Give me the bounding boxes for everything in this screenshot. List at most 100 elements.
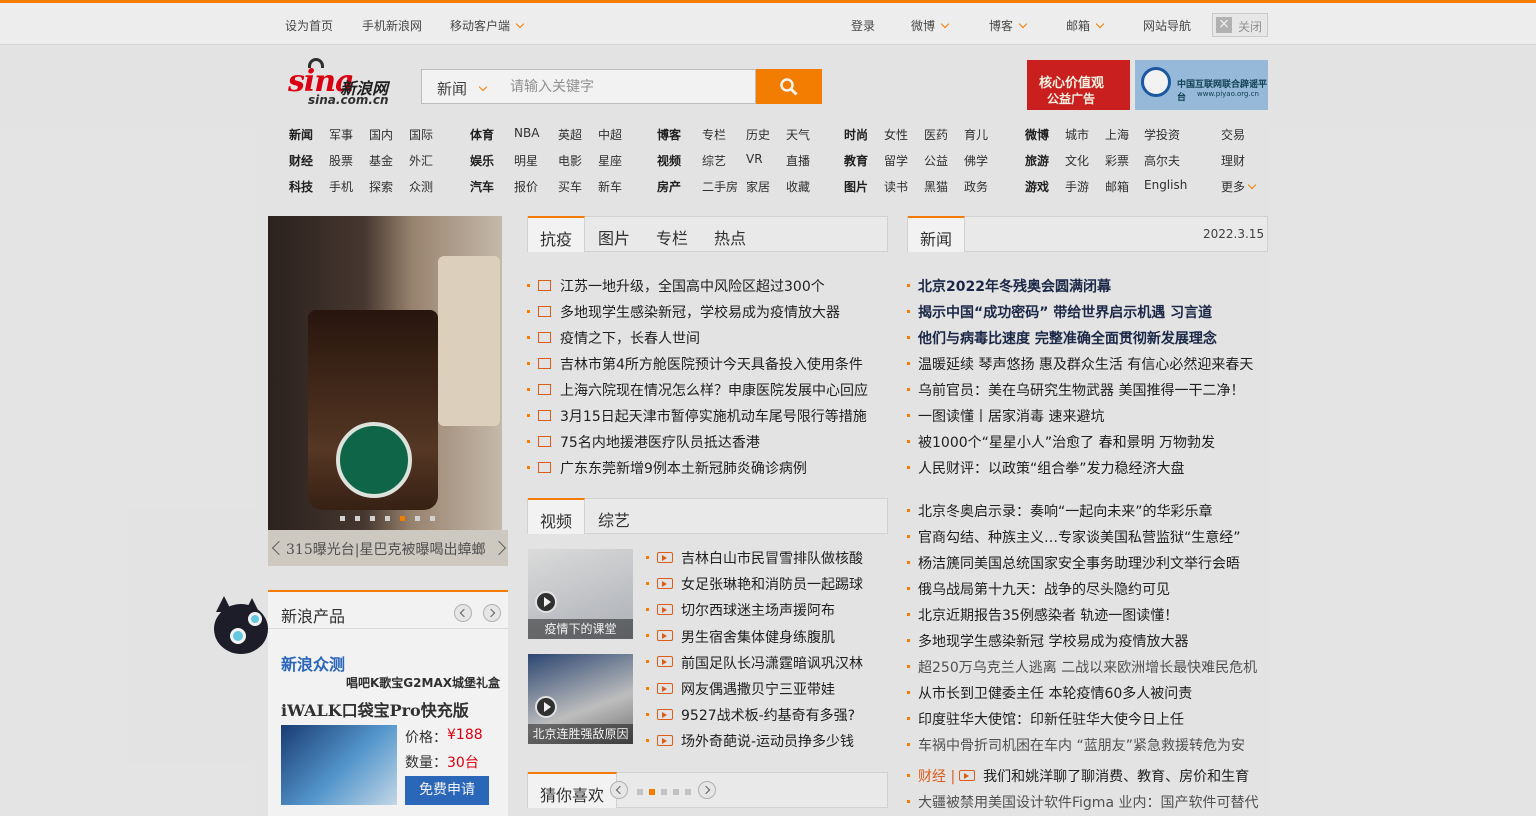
news-item[interactable]: 吉林白山市民冒雪排队做核酸	[646, 548, 863, 568]
page-dot[interactable]	[637, 789, 643, 795]
news-item[interactable]: 前国足队长冯潇霆暗讽巩汉林	[646, 653, 863, 673]
products-next-icon[interactable]	[483, 604, 501, 622]
nav-channel-link[interactable]: 基金	[369, 152, 393, 169]
products-prev-icon[interactable]	[454, 604, 472, 622]
weibo-menu[interactable]: 微博	[911, 17, 950, 34]
nav-channel-link[interactable]: 黑猫	[924, 178, 948, 195]
news-item[interactable]: 北京2022年冬残奥会圆满闭幕	[907, 276, 1111, 296]
nav-channel-link[interactable]: 佛学	[964, 152, 988, 169]
news-item[interactable]: 9527战术板-约基奇有多强?	[646, 705, 855, 725]
nav-channel-link[interactable]: 收藏	[786, 178, 810, 195]
slide-dot[interactable]	[340, 516, 345, 521]
nav-channel-link[interactable]: 星座	[598, 152, 622, 169]
nav-channel-main[interactable]: 财经	[289, 152, 313, 169]
nav-channel-link[interactable]: 专栏	[702, 126, 726, 143]
slide-dot[interactable]	[370, 516, 375, 521]
nav-channel-link[interactable]: 众测	[409, 178, 433, 195]
nav-channel-link[interactable]: 历史	[746, 126, 770, 143]
next-arrow-icon[interactable]	[491, 540, 507, 556]
nav-channel-main[interactable]: 微博	[1025, 126, 1049, 143]
nav-channel-main[interactable]: 时尚	[844, 126, 868, 143]
nav-channel-link[interactable]: 二手房	[702, 178, 738, 195]
news-item[interactable]: 75名内地援港医疗队员抵达香港	[527, 432, 760, 452]
news-item[interactable]: 大疆被禁用美国设计软件Figma 业内：国产软件可替代	[907, 792, 1258, 812]
nav-channel-link[interactable]: 电影	[558, 152, 582, 169]
prev-arrow-icon[interactable]	[271, 540, 287, 556]
promo-link[interactable]: 唱吧K歌宝G2MAX城堡礼盒	[346, 674, 500, 691]
zhongce-link[interactable]: 新浪众测	[281, 651, 345, 675]
nav-channel-link[interactable]: 英超	[558, 126, 582, 143]
nav-channel-link[interactable]: 读书	[884, 178, 908, 195]
news-item[interactable]: 官商勾结、种族主义…专家谈美国私营监狱“生意经”	[907, 527, 1241, 547]
nav-channel-link[interactable]: VR	[746, 152, 763, 166]
slide-dot[interactable]	[400, 516, 405, 521]
nav-channel-main[interactable]: 科技	[289, 178, 313, 195]
nav-channel-link[interactable]: 中超	[598, 126, 622, 143]
news-item[interactable]: 杨洁篪同美国总统国家安全事务助理沙利文举行会晤	[907, 553, 1240, 573]
search-button[interactable]	[756, 69, 822, 104]
nav-channel-main[interactable]: 汽车	[470, 178, 494, 195]
sina-logo[interactable]: sina 新浪网 sina.com.cn	[288, 58, 400, 108]
nav-channel-link[interactable]: 买车	[558, 178, 582, 195]
nav-channel-link[interactable]: 外汇	[409, 152, 433, 169]
news-item[interactable]: 女足张琳艳和消防员一起踢球	[646, 574, 863, 594]
nav-channel-link[interactable]: 上海	[1105, 126, 1129, 143]
site-nav-link[interactable]: 网站导航	[1143, 17, 1191, 34]
guess-next-icon[interactable]	[698, 781, 716, 799]
video-thumb[interactable]: 疫情下的课堂	[528, 549, 633, 639]
nav-channel-link[interactable]: 城市	[1065, 126, 1089, 143]
slide-caption[interactable]: 315曝光台|星巴克被曝喝出蟑螂	[286, 539, 485, 559]
piyao-banner[interactable]: 中国互联网联合辟谣平台 www.piyao.org.cn	[1135, 60, 1268, 110]
search-input[interactable]	[496, 69, 756, 104]
nav-channel-link[interactable]: 股票	[329, 152, 353, 169]
news-item[interactable]: 江苏一地升级，全国高中风险区超过300个	[527, 276, 825, 296]
news-item[interactable]: 财经 | 我们和姚洋聊了聊消费、教育、房价和生育	[907, 766, 1249, 786]
news-item[interactable]: 被1000个“星星小人”治愈了 春和景明 万物勃发	[907, 432, 1215, 452]
news-item[interactable]: 超250万乌克兰人逃离 二战以来欧洲增长最快难民危机	[907, 657, 1257, 677]
nav-channel-link[interactable]: 留学	[884, 152, 908, 169]
news-item[interactable]: 场外奇葩说-运动员挣多少钱	[646, 731, 854, 751]
news-item[interactable]: 北京近期报告35例感染者 轨迹一图读懂！	[907, 605, 1178, 625]
news-item[interactable]: 切尔西球迷主场声援阿布	[646, 600, 835, 620]
nav-channel-link[interactable]: 政务	[964, 178, 988, 195]
nav-channel-main[interactable]: 图片	[844, 178, 868, 195]
nav-more-menu[interactable]: 更多	[1221, 178, 1257, 195]
nav-channel-link[interactable]: 女性	[884, 126, 908, 143]
nav-channel-link[interactable]: 新车	[598, 178, 622, 195]
tab-video[interactable]: 视频	[528, 498, 586, 534]
tab-variety[interactable]: 综艺	[598, 507, 630, 531]
news-item[interactable]: 印度驻华大使馆：印新任驻华大使今日上任	[907, 709, 1184, 729]
nav-channel-main[interactable]: 房产	[657, 178, 681, 195]
nav-channel-link[interactable]: 交易	[1221, 126, 1245, 143]
news-item[interactable]: 北京冬奥启示录：奏响“一起向未来”的华彩乐章	[907, 501, 1213, 521]
nav-channel-link[interactable]: 医药	[924, 126, 948, 143]
set-home-link[interactable]: 设为首页	[285, 17, 333, 34]
nav-channel-link[interactable]: English	[1144, 178, 1187, 192]
nav-channel-link[interactable]: 彩票	[1105, 152, 1129, 169]
news-item[interactable]: 多地现学生感染新冠，学校易成为疫情放大器	[527, 302, 840, 322]
slide-dot[interactable]	[355, 516, 360, 521]
nav-channel-link[interactable]: 育儿	[964, 126, 988, 143]
cat-mascot[interactable]	[208, 596, 270, 658]
news-item[interactable]: 广东东莞新增9例本土新冠肺炎确诊病例	[527, 458, 807, 478]
nav-channel-link[interactable]: 高尔夫	[1144, 152, 1180, 169]
tab-columns[interactable]: 专栏	[656, 225, 688, 249]
nav-channel-main[interactable]: 娱乐	[470, 152, 494, 169]
nav-channel-link[interactable]: 手机	[329, 178, 353, 195]
news-item[interactable]: 人民财评：以政策“组合拳”发力稳经济大盘	[907, 458, 1185, 478]
finance-tag[interactable]: 财经 |	[918, 769, 955, 785]
nav-channel-link[interactable]: 家居	[746, 178, 770, 195]
nav-channel-link[interactable]: 综艺	[702, 152, 726, 169]
search-category-select[interactable]: 新闻	[421, 69, 497, 104]
video-thumb[interactable]: 北京连胜强敌原因	[528, 654, 633, 744]
nav-channel-link[interactable]: NBA	[514, 126, 539, 140]
nav-channel-link[interactable]: 直播	[786, 152, 810, 169]
login-link[interactable]: 登录	[851, 17, 875, 34]
guess-prev-icon[interactable]	[610, 781, 628, 799]
news-item[interactable]: 从市长到卫健委主任 本轮疫情60多人被问责	[907, 683, 1192, 703]
apply-button[interactable]: 免费申请	[405, 776, 489, 805]
tab-kangyi[interactable]: 抗疫	[528, 216, 586, 252]
tab-news[interactable]: 新闻	[908, 216, 966, 252]
mail-menu[interactable]: 邮箱	[1066, 17, 1105, 34]
nav-channel-link[interactable]: 明星	[514, 152, 538, 169]
